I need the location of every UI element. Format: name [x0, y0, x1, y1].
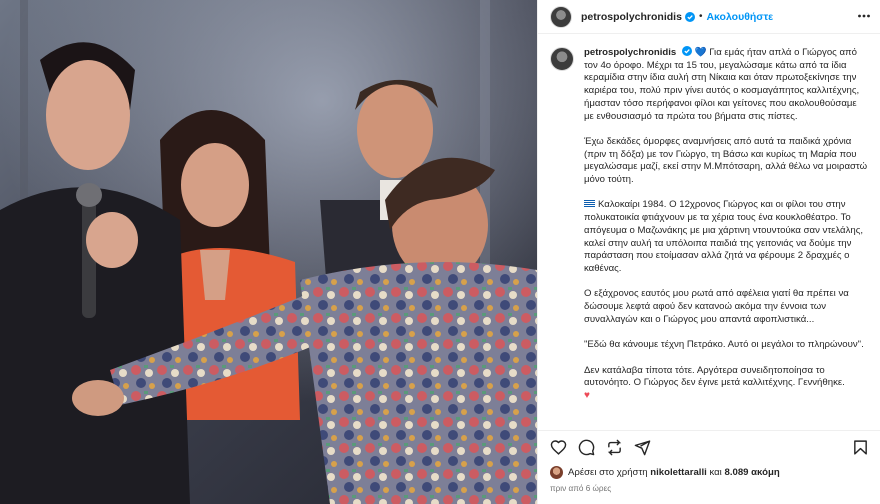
- caption-username[interactable]: petrospolychronidis: [584, 47, 676, 58]
- post-side-panel: petrospolychronidis • Ακολουθήστε petros…: [537, 0, 880, 504]
- separator-dot: •: [698, 11, 703, 22]
- caption-paragraph: Ο εξάχρονος εαυτός μου ρωτά από αφέλεια …: [584, 288, 849, 325]
- likes-count[interactable]: 8.089 ακόμη: [724, 467, 779, 478]
- caption-paragraph: Έχω δεκάδες όμορφες αναμνήσεις από αυτά …: [584, 135, 868, 186]
- post-photo[interactable]: [0, 0, 537, 504]
- caption-paragraph: Για εμάς ήταν απλά ο Γιώργος από τον 4ο …: [584, 47, 860, 122]
- likes-and: και: [709, 467, 722, 478]
- verified-badge-icon: [684, 11, 695, 22]
- caption-paragraph: "Εδώ θα κάνουμε τέχνη Πετράκο. Αυτό οι μ…: [584, 339, 864, 351]
- likes-summary: Αρέσει στο χρήστη nikolettaralli και 8.0…: [550, 466, 780, 479]
- action-bar: [538, 430, 880, 458]
- post-caption: petrospolychronidis 💙 Για εμάς ήταν απλά…: [538, 34, 880, 421]
- caption-paragraph: Δεν κατάλαβα τίποτα τότε. Αργότερα συνει…: [584, 364, 845, 389]
- verified-badge-icon: [681, 46, 692, 56]
- bookmark-icon[interactable]: [852, 439, 869, 456]
- blue-heart-emoji: 💙: [694, 47, 707, 58]
- comment-icon[interactable]: [578, 439, 595, 456]
- liker-username[interactable]: nikolettaralli: [650, 467, 707, 478]
- greek-flag-emoji: [584, 200, 595, 209]
- caption-avatar[interactable]: [550, 47, 574, 71]
- caption-paragraph: Καλοκαίρι 1984. Ο 12χρονος Γιώργος και ο…: [584, 199, 864, 274]
- heart-icon[interactable]: [550, 439, 567, 456]
- caption-text: petrospolychronidis 💙 Για εμάς ήταν απλά…: [584, 46, 869, 415]
- heart-emoji: ♥: [584, 389, 590, 401]
- post-header: petrospolychronidis • Ακολουθήστε: [538, 0, 880, 34]
- repost-icon[interactable]: [606, 439, 623, 456]
- likes-prefix: Αρέσει στο χρήστη: [568, 467, 648, 478]
- share-icon[interactable]: [634, 439, 651, 456]
- post-image: [0, 0, 537, 504]
- follow-button[interactable]: Ακολουθήστε: [706, 11, 773, 23]
- more-icon[interactable]: [857, 9, 871, 23]
- avatar[interactable]: [550, 5, 572, 28]
- username-link[interactable]: petrospolychronidis: [581, 11, 682, 23]
- liker-avatar[interactable]: [550, 466, 563, 479]
- post-timestamp[interactable]: πριν από 6 ώρες: [550, 484, 611, 493]
